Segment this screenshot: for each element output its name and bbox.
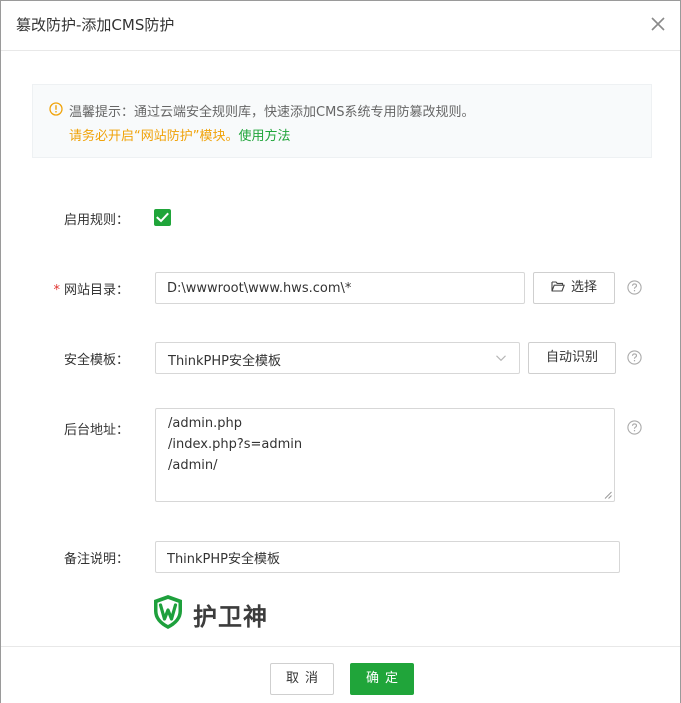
remark-label: 备注说明： — [63, 552, 129, 567]
brand-logo: 护卫神 — [152, 594, 292, 631]
tip-text: 温馨提示：通过云端安全规则库，快速添加CMS系统专用防篡改规则。 — [69, 105, 475, 120]
site-dir-label: * 网站目录： — [53, 283, 129, 298]
brand-name: 护卫神 — [193, 603, 268, 631]
enable-rule-label: 启用规则： — [63, 213, 129, 228]
tip-notice: 温馨提示：通过云端安全规则库，快速添加CMS系统专用防篡改规则。 请务必开启“网… — [32, 84, 652, 158]
admin-path-line: /admin/ — [168, 458, 218, 473]
tip-warning-text: 请务必开启“网站防护”模块。 — [69, 129, 239, 144]
close-icon[interactable] — [648, 14, 668, 34]
huweishen-shield-logo — [154, 595, 182, 629]
add-cms-protection-dialog: 篡改防护-添加CMS防护 温馨提示：通过云端安全规则库，快速添加CMS系统专用防… — [0, 0, 681, 703]
check-icon — [156, 212, 169, 223]
site-dir-help-icon[interactable] — [627, 280, 642, 295]
template-select-value: ThinkPHP安全模板 — [168, 354, 282, 369]
admin-path-textarea[interactable]: /admin.php /index.php?s=admin /admin/ — [155, 408, 615, 502]
dialog-header: 篡改防护-添加CMS防护 — [1, 1, 680, 51]
required-mark: * — [53, 283, 60, 298]
admin-path-label: 后台地址： — [63, 423, 129, 438]
admin-path-help-icon[interactable] — [627, 420, 642, 435]
enable-rule-checkbox[interactable] — [154, 209, 171, 226]
admin-path-line: /admin.php — [168, 416, 242, 431]
remark-input[interactable] — [155, 541, 620, 573]
dialog-title: 篡改防护-添加CMS防护 — [16, 16, 175, 34]
template-label: 安全模板： — [63, 353, 129, 368]
chevron-down-icon — [496, 355, 506, 362]
template-select[interactable]: ThinkPHP安全模板 — [155, 342, 520, 374]
template-help-icon[interactable] — [627, 350, 642, 365]
admin-path-line: /index.php?s=admin — [168, 437, 303, 452]
confirm-button[interactable]: 确定 — [350, 663, 414, 695]
dialog-footer: 取消 确定 — [1, 646, 680, 703]
tip-warning-line: 请务必开启“网站防护”模块。使用方法 — [69, 125, 291, 144]
cancel-button[interactable]: 取消 — [270, 663, 334, 695]
folder-open-icon — [551, 281, 565, 292]
browse-button[interactable]: 选择 — [533, 272, 615, 304]
resize-handle-icon[interactable] — [604, 491, 612, 499]
warning-circle-icon — [49, 102, 63, 116]
auto-detect-button[interactable]: 自动识别 — [528, 342, 616, 374]
site-dir-input[interactable] — [155, 272, 525, 304]
usage-guide-link[interactable]: 使用方法 — [238, 129, 290, 144]
browse-button-label: 选择 — [570, 280, 597, 295]
